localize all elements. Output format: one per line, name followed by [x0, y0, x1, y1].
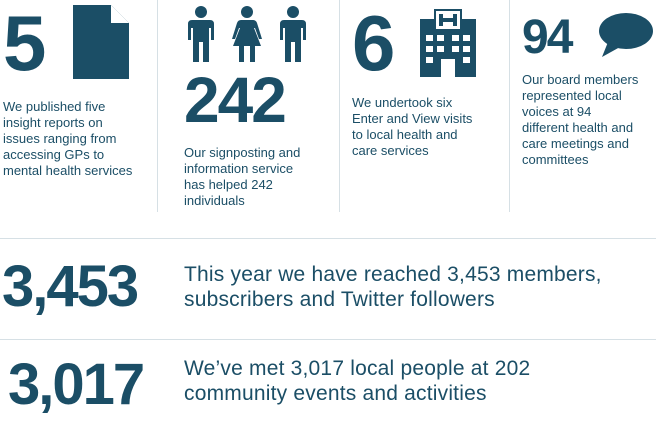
stat-description-line: accessing GPs to: [3, 147, 105, 162]
wide-stat-description-line: subscribers and Twitter followers: [184, 288, 495, 311]
stat-description-line: We published five: [3, 99, 106, 114]
wide-stat-description: This year we have reached 3,453 members,…: [184, 262, 654, 312]
stat-description-line: mental health services: [3, 163, 133, 178]
stat-description-line: Our signposting and: [184, 145, 301, 160]
stat-number: 6: [352, 0, 395, 87]
stat-description: Our signposting and information service …: [184, 145, 334, 209]
wide-stat-description: We’ve met 3,017 local people at 202 comm…: [184, 356, 654, 406]
divider-horizontal-1: [0, 238, 656, 239]
stat-description-line: has helped 242: [184, 177, 273, 192]
stat-block-visits: 6 We undertook six Enter and View visits…: [340, 0, 508, 210]
wide-stat-description-line: community events and activities: [184, 382, 487, 405]
stat-description-line: Enter and View visits: [352, 111, 473, 126]
stat-description-line: committees: [522, 152, 589, 167]
stat-description-line: information service: [184, 161, 294, 176]
stat-number: 242: [184, 64, 287, 136]
stat-description-line: issues ranging from: [3, 131, 117, 146]
wide-stat-reach: 3,453 This year we have reached 3,453 me…: [0, 250, 656, 330]
stat-description-line: voices at 94: [522, 104, 592, 119]
wide-stat-description-line: We’ve met 3,017 local people at 202: [184, 357, 531, 380]
speech-bubble-icon: [598, 12, 654, 58]
document-icon: [73, 5, 129, 79]
wide-stat-community: 3,017 We’ve met 3,017 local people at 20…: [0, 350, 656, 420]
stat-description-line: to local health and: [352, 127, 458, 142]
stat-description-line: care meetings and: [522, 136, 629, 151]
hospital-icon: [420, 9, 476, 77]
stat-number: 94: [522, 11, 573, 64]
stat-block-reports: 5 We published five insight reports on i…: [0, 0, 155, 210]
stat-description-line: individuals: [184, 193, 245, 208]
stat-description: We published five insight reports on iss…: [3, 99, 153, 179]
stat-description-line: care services: [352, 143, 429, 158]
stat-block-signposting: 242 Our signposting and information serv…: [158, 0, 338, 210]
wide-stat-number: 3,017: [8, 352, 145, 417]
stat-description-line: represented local: [522, 88, 622, 103]
wide-stat-description-line: This year we have reached 3,453 members,: [184, 263, 602, 286]
people-icon: [184, 6, 312, 62]
stat-block-meetings: 94 Our board members represented local v…: [510, 0, 656, 210]
divider-horizontal-2: [0, 339, 656, 340]
stat-description-line: Our board members: [522, 72, 639, 87]
stat-description-line: We undertook six: [352, 95, 453, 110]
stat-description: We undertook six Enter and View visits t…: [352, 95, 502, 159]
stat-description-line: different health and: [522, 120, 634, 135]
stat-description-line: insight reports on: [3, 115, 103, 130]
stat-description: Our board members represented local voic…: [522, 72, 656, 168]
stat-number: 5: [3, 0, 46, 87]
wide-stat-number: 3,453: [2, 254, 139, 319]
